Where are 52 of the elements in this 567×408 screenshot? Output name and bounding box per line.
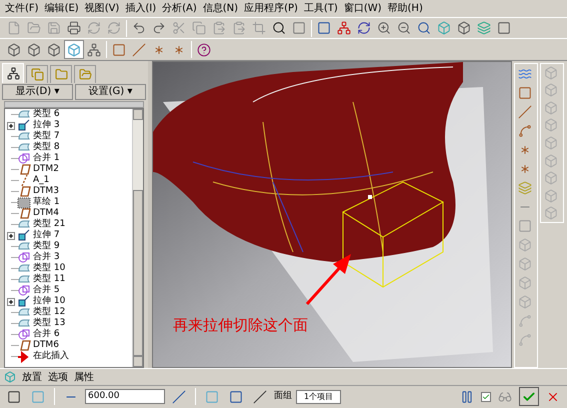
- tree-item[interactable]: 类型 11: [33, 274, 66, 285]
- menu-item[interactable]: 帮助(H): [384, 1, 426, 16]
- confirm-icon[interactable]: [519, 387, 539, 406]
- dropdown-button[interactable]: 设置(G) ▾: [75, 84, 146, 100]
- tree-item[interactable]: 合并 5: [33, 285, 60, 296]
- tree-item[interactable]: 类型 12: [33, 307, 66, 318]
- preview-checkbox[interactable]: [481, 392, 491, 402]
- expand-icon[interactable]: [7, 122, 15, 130]
- menu-item[interactable]: 应用程序(P): [241, 1, 301, 16]
- menu-item[interactable]: 插入(I): [122, 1, 160, 16]
- dropdown-button[interactable]: 显示(D) ▾: [2, 84, 73, 100]
- tree-item[interactable]: DTM3: [33, 186, 59, 197]
- menu-item[interactable]: 信息(N): [200, 1, 242, 16]
- tree-item[interactable]: DTM2: [33, 164, 59, 175]
- menu-item[interactable]: 文件(F): [2, 1, 42, 16]
- depth-field[interactable]: 600.00: [85, 389, 165, 404]
- shading-icon[interactable]: [64, 40, 84, 59]
- tree-item[interactable]: 类型 21: [33, 219, 66, 230]
- expand-icon[interactable]: [7, 298, 15, 306]
- tree-item[interactable]: DTM4: [33, 208, 59, 219]
- expand-icon[interactable]: [7, 232, 15, 240]
- tree-item[interactable]: 类型 7: [33, 131, 60, 142]
- open-folder-icon: [78, 68, 92, 81]
- tree-item[interactable]: 合并 1: [33, 153, 60, 164]
- menu-item[interactable]: 窗口(W): [340, 1, 385, 16]
- tree-item[interactable]: 类型 13: [33, 318, 66, 329]
- field-label: 面组: [274, 390, 292, 403]
- scrollbar[interactable]: [132, 109, 143, 367]
- menu-item[interactable]: 工具(T): [300, 1, 341, 16]
- quilt-field[interactable]: 1个项目: [296, 390, 341, 404]
- model-tree-icon: [6, 67, 20, 80]
- menu-item[interactable]: 分析(A): [159, 1, 200, 16]
- annotation-arrow: [303, 252, 353, 308]
- tree-item[interactable]: 类型 10: [33, 263, 66, 274]
- tree-item[interactable]: 拉伸 10: [33, 296, 66, 307]
- dashboard-tab[interactable]: 属性: [74, 370, 94, 384]
- tree-item[interactable]: 草绘 1: [33, 197, 60, 208]
- tree-item[interactable]: 拉伸 3: [33, 120, 60, 131]
- tree-item[interactable]: DTM6: [33, 340, 59, 351]
- annotation-text: 再来拉伸切除这个面: [173, 315, 308, 336]
- tree-item[interactable]: 在此插入: [33, 351, 69, 362]
- tree-item[interactable]: 合并 3: [33, 252, 60, 263]
- tree-item[interactable]: A_1: [33, 175, 50, 186]
- tree-item[interactable]: 合并 6: [33, 329, 60, 340]
- tree-item[interactable]: 类型 9: [33, 241, 60, 252]
- folder-icon: [54, 68, 68, 81]
- menu-item[interactable]: 编辑(E): [42, 1, 82, 16]
- tree-item[interactable]: 类型 8: [33, 142, 60, 153]
- menu-item[interactable]: 视图(V): [82, 1, 122, 16]
- dashboard-tab[interactable]: 放置: [22, 370, 42, 384]
- tree-item[interactable]: 拉伸 7: [33, 230, 60, 241]
- dashboard-tab[interactable]: 选项: [48, 370, 68, 384]
